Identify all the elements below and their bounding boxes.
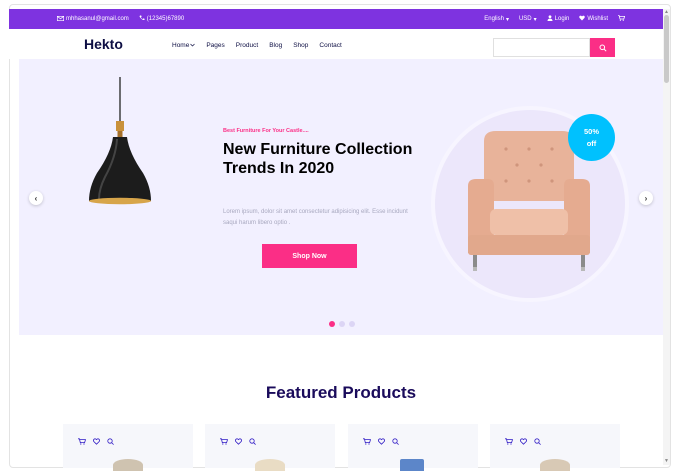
discount-percent: 50%	[583, 126, 599, 136]
cart-icon[interactable]	[505, 432, 514, 450]
email-text: mhhasanul@gmail.com	[66, 16, 129, 22]
scroll-down-icon[interactable]: ▼	[664, 458, 669, 464]
pendant-lamp-image	[83, 77, 153, 212]
chevron-right-icon: ›	[644, 193, 648, 203]
slide-dot[interactable]	[329, 321, 335, 327]
discount-off: off	[586, 138, 597, 148]
mail-icon	[56, 15, 65, 23]
menu-item-pages[interactable]: Pages	[206, 42, 224, 49]
menu-label: Blog	[269, 42, 283, 49]
heart-icon[interactable]	[235, 432, 242, 450]
cart-button[interactable]	[618, 15, 626, 23]
wishlist-label: Wishlist	[587, 16, 608, 22]
search-input[interactable]	[493, 38, 590, 57]
menu-item-contact[interactable]: Contact	[319, 42, 341, 49]
heart-icon[interactable]	[93, 432, 100, 450]
main-menu: Home Pages Product Blog Shop Contact	[172, 42, 342, 49]
currency-label: USD	[518, 16, 532, 22]
top-bar: mhhasanul@gmail.com (12345)67890 English…	[9, 9, 663, 29]
heart-icon[interactable]	[378, 432, 385, 450]
login-link[interactable]: Login	[547, 15, 570, 23]
featured-products-title: Featured Products	[265, 383, 417, 402]
caret-down-icon: ▾	[505, 16, 509, 23]
heart-icon	[579, 15, 586, 23]
product-card[interactable]	[63, 424, 193, 471]
search-button[interactable]	[590, 38, 615, 57]
site-logo[interactable]: Hekto	[84, 36, 123, 52]
menu-label: Pages	[206, 42, 225, 49]
product-image	[255, 459, 285, 471]
search-icon	[599, 39, 607, 57]
product-image	[113, 459, 143, 471]
currency-select[interactable]: USD ▾	[519, 16, 537, 23]
email-contact[interactable]: mhhasanul@gmail.com	[56, 15, 129, 23]
phone-text: (12345)67890	[146, 16, 185, 22]
page-scrollbar[interactable]: ▲ ▼	[663, 9, 670, 465]
product-card[interactable]	[348, 424, 478, 471]
product-image	[540, 459, 570, 471]
cart-icon	[618, 15, 626, 23]
shop-now-button[interactable]: Shop Now	[262, 244, 357, 268]
prev-slide-button[interactable]: ‹	[29, 191, 43, 205]
menu-item-product[interactable]: Product	[236, 42, 258, 49]
chevron-down-icon	[190, 42, 196, 49]
wishlist-link[interactable]: Wishlist	[579, 15, 608, 23]
product-card[interactable]	[490, 424, 620, 471]
login-label: Login	[554, 16, 570, 22]
language-select[interactable]: English ▾	[484, 16, 509, 23]
discount-badge: 50% off	[568, 114, 615, 161]
menu-label: Contact	[319, 42, 342, 49]
slide-dot[interactable]	[349, 321, 355, 327]
heart-icon[interactable]	[520, 432, 527, 450]
product-card[interactable]	[205, 424, 335, 471]
phone-icon	[139, 15, 145, 23]
cart-icon[interactable]	[363, 432, 372, 450]
menu-item-blog[interactable]: Blog	[269, 42, 282, 49]
cart-icon[interactable]	[220, 432, 229, 450]
menu-item-home[interactable]: Home	[172, 42, 196, 49]
menu-item-shop[interactable]: Shop	[293, 42, 308, 49]
phone-contact[interactable]: (12345)67890	[139, 15, 184, 23]
zoom-icon[interactable]	[107, 432, 114, 450]
slide-indicators	[329, 321, 355, 327]
product-image	[400, 459, 424, 471]
menu-label: Shop	[293, 42, 309, 49]
zoom-icon[interactable]	[392, 432, 399, 450]
menu-label: Product	[235, 42, 259, 49]
caret-down-icon: ▾	[533, 16, 537, 23]
cart-icon[interactable]	[78, 432, 87, 450]
zoom-icon[interactable]	[249, 432, 256, 450]
user-icon	[547, 15, 553, 23]
main-navbar: Hekto Home Pages Product Blog Shop Conta…	[9, 29, 663, 59]
next-slide-button[interactable]: ›	[639, 191, 653, 205]
hero-description: Lorem ipsum, dolor sit amet consectetur …	[223, 209, 408, 226]
chevron-left-icon: ‹	[34, 193, 38, 203]
slide-dot[interactable]	[339, 321, 345, 327]
menu-label: Home	[172, 42, 190, 49]
scrollbar-thumb[interactable]	[664, 15, 669, 83]
hero-tagline: Best Furniture For Your Castle....	[223, 128, 309, 134]
zoom-icon[interactable]	[534, 432, 541, 450]
hero-headline: New Furniture Collection Trends In 2020	[223, 141, 413, 177]
language-label: English	[484, 16, 504, 22]
hero-banner: ‹ › Best Furniture For Your Castle.... N…	[19, 59, 663, 335]
